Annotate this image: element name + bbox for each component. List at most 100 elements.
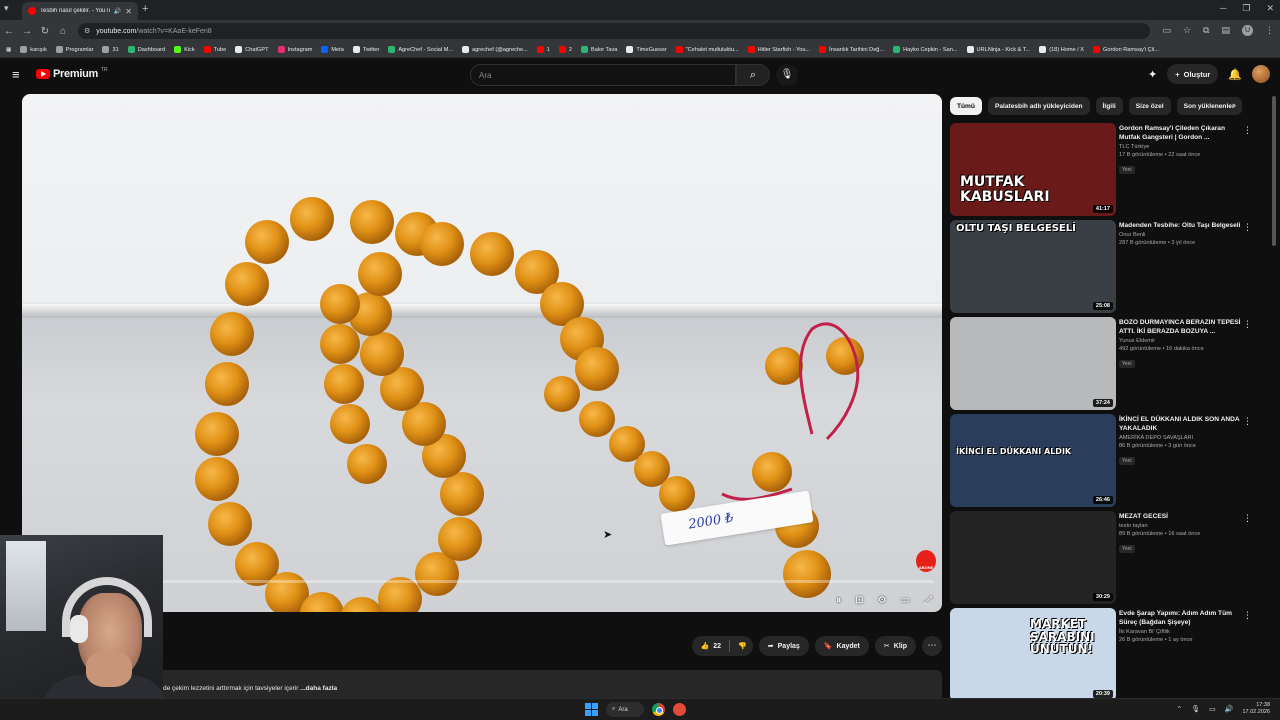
bookmark-item[interactable]: ChatGPT	[235, 46, 269, 53]
address-bar[interactable]: ⚙ youtube.com/watch?v=KAaE-keFen8	[78, 23, 1150, 39]
recommended-video[interactable]: 37:24 BOZO DURMAYINCA BERAZIN TEPESİ ATTI…	[950, 317, 1260, 414]
minimize-icon[interactable]: ─	[1220, 3, 1226, 14]
tray-volume-icon[interactable]: 🔊	[1225, 705, 1234, 713]
bookmark-item[interactable]: Instagram	[277, 46, 312, 53]
bookmark-item[interactable]: TimeGuessr	[626, 46, 667, 53]
bookmark-star-icon[interactable]: ☆	[1183, 25, 1191, 36]
subscribe-watermark[interactable]: ABONE OL	[916, 550, 936, 606]
close-tab-icon[interactable]: ✕	[125, 7, 132, 16]
tab-search-icon[interactable]: ▾	[4, 3, 9, 14]
video-thumbnail[interactable]: 30:29	[950, 511, 1116, 604]
description-preview[interactable]: de çekim lezzetini arttırmak için tavsiy…	[163, 685, 337, 692]
video-options-icon[interactable]: ⋮	[1243, 513, 1252, 524]
tray-mic-icon[interactable]: 🎙	[1191, 705, 1200, 713]
bookmark-item[interactable]: karışık	[20, 46, 47, 53]
video-thumbnail[interactable]: MARKET ŞARABINI UNUTUN! 20:39	[950, 608, 1116, 701]
search-button[interactable]: ⌕	[736, 64, 770, 86]
close-window-icon[interactable]: ✕	[1266, 3, 1274, 14]
video-thumbnail[interactable]: MUTFAK KABUSLARI 41:17	[950, 123, 1116, 216]
filter-chip[interactable]: Palatesbih adlı yükleyiciden	[987, 97, 1090, 115]
video-thumbnail[interactable]: İKİNCİ EL DÜKKANI ALDIK 26:46	[950, 414, 1116, 507]
filter-chip[interactable]: Son yüklenenler	[1176, 97, 1242, 115]
share-button[interactable]: ➦ Paylaş	[758, 636, 809, 656]
browser-profile-icon[interactable]: U	[1242, 25, 1253, 36]
bookmark-item[interactable]: Tube	[203, 46, 226, 53]
video-options-icon[interactable]: ⋮	[1243, 319, 1252, 330]
sidebar-icon[interactable]: ▤	[1221, 25, 1230, 36]
bookmark-item[interactable]: URLNinja - Kick & T...	[966, 46, 1030, 53]
search-input[interactable]: Ara	[470, 64, 736, 86]
recommended-video[interactable]: MARKET ŞARABINI UNUTUN! 20:39 Evde Şarap Y…	[950, 608, 1260, 705]
video-title[interactable]: MEZAT GECESİ	[1119, 512, 1243, 521]
browser-menu-icon[interactable]: ⋮	[1265, 25, 1274, 36]
create-button[interactable]: + Oluştur	[1167, 64, 1219, 84]
speaker-icon[interactable]: 🔊	[114, 8, 121, 15]
settings-gear-icon[interactable]: ⚙	[878, 595, 887, 606]
page-scrollbar[interactable]	[1272, 96, 1276, 246]
bookmark-item[interactable]: AgreChef - Social M...	[388, 46, 453, 53]
tray-chevron-icon[interactable]: ⌃	[1176, 705, 1182, 713]
video-title[interactable]: BOZO DURMAYINCA BERAZIN TEPESİ ATTI. İKİ…	[1119, 318, 1243, 336]
bookmark-item[interactable]: 31	[102, 46, 119, 53]
dislike-icon[interactable]: 👎	[738, 642, 747, 650]
windows-start-icon[interactable]	[585, 703, 598, 716]
channel-name[interactable]: İki Karavan Bi' Çiftlik	[1119, 629, 1170, 635]
bookmark-item[interactable]: (18) Home / X	[1039, 46, 1084, 53]
pinned-app-icon[interactable]	[673, 703, 686, 716]
clip-button[interactable]: ✂ Klip	[874, 636, 916, 656]
filter-chip[interactable]: Size özel	[1128, 97, 1171, 115]
video-title[interactable]: İKİNCİ EL DÜKKANI ALDIK SON ANDA YAKALAD…	[1119, 415, 1243, 433]
chips-next-chevron-icon[interactable]: ›	[1233, 100, 1236, 110]
browser-tab-active[interactable]: Tesbih nasıl çekilir. - YouTube 🔊 ✕	[22, 2, 138, 20]
like-count[interactable]: 22	[713, 643, 721, 650]
recommended-video[interactable]: OLTU TAŞI BELGESELİ 25:08 Madenden Tesbihe…	[950, 220, 1260, 317]
menu-hamburger-icon[interactable]: ≡	[12, 67, 20, 82]
bookmark-item[interactable]: Balor Tava	[581, 46, 617, 53]
reload-icon[interactable]: ↻	[36, 26, 54, 37]
ai-sparkle-icon[interactable]: ✦	[1148, 68, 1157, 81]
bookmark-item[interactable]: Kick	[174, 46, 195, 53]
like-icon[interactable]: 👍	[701, 642, 710, 650]
forward-icon[interactable]: →	[18, 26, 36, 37]
back-icon[interactable]: ←	[0, 26, 18, 37]
taskbar-clock[interactable]: 17:38 17.02.2026	[1242, 702, 1270, 716]
bookmark-item[interactable]: Programlar	[55, 46, 93, 53]
fullscreen-icon[interactable]: ⤢	[924, 595, 932, 606]
channel-name[interactable]: Onur Benli	[1119, 232, 1145, 238]
recommended-video[interactable]: MUTFAK KABUSLARI 41:17 Gordon Ramsay'i Çil…	[950, 123, 1260, 220]
notifications-bell-icon[interactable]: 🔔	[1228, 68, 1242, 81]
video-title[interactable]: Madenden Tesbihe: Oltu Taşı Belgeseli	[1119, 221, 1243, 230]
bookmark-item[interactable]: İnsanlık Tarihini Değ...	[819, 46, 884, 53]
video-progress-bar[interactable]	[162, 580, 934, 583]
autoplay-toggle-icon[interactable]: ⏸	[836, 595, 841, 606]
video-options-icon[interactable]: ⋮	[1243, 222, 1252, 233]
maximize-icon[interactable]: ❐	[1242, 3, 1250, 14]
video-options-icon[interactable]: ⋮	[1243, 125, 1252, 136]
subtitles-icon[interactable]: ⊡	[855, 595, 863, 606]
cast-icon[interactable]: ▭	[1162, 25, 1171, 36]
bookmark-item[interactable]: "Cehalet mutluluktu...	[675, 46, 739, 53]
taskbar-search[interactable]: ⌕ Ara	[606, 702, 644, 717]
description-more-link[interactable]: ...daha fazla	[300, 685, 337, 692]
bookmark-item[interactable]: 1	[536, 46, 550, 53]
video-thumbnail[interactable]: 37:24	[950, 317, 1116, 410]
channel-name[interactable]: AMERİKA DEPO SAVAŞLARI	[1119, 435, 1193, 441]
bookmark-item[interactable]: Hitler Starfish - You...	[747, 46, 810, 53]
video-options-icon[interactable]: ⋮	[1243, 416, 1252, 427]
filter-chip[interactable]: İlgili	[1095, 97, 1123, 115]
bookmark-item[interactable]: Dashboard	[127, 46, 165, 53]
filter-chip[interactable]: Tümü	[950, 97, 982, 115]
more-actions-button[interactable]: ⋯	[922, 636, 942, 656]
bookmark-item[interactable]: Gordon Ramsay'i Çil...	[1093, 46, 1159, 53]
apps-grid-icon[interactable]: ▦	[6, 47, 11, 53]
home-icon[interactable]: ⌂	[54, 26, 72, 37]
voice-search-button[interactable]: 🎙	[776, 64, 798, 86]
video-title[interactable]: Gordon Ramsay'i Çileden Çıkaran Mutfak G…	[1119, 124, 1243, 142]
bookmark-item[interactable]: Hayko Cepkin - San...	[893, 46, 958, 53]
youtube-premium-logo[interactable]: Premium TR	[36, 67, 108, 80]
chrome-icon[interactable]	[652, 703, 665, 716]
video-options-icon[interactable]: ⋮	[1243, 610, 1252, 621]
bookmark-item[interactable]: Meta	[321, 46, 344, 53]
tray-network-icon[interactable]: ▭	[1209, 705, 1216, 713]
extensions-icon[interactable]: ⧉	[1203, 25, 1209, 36]
